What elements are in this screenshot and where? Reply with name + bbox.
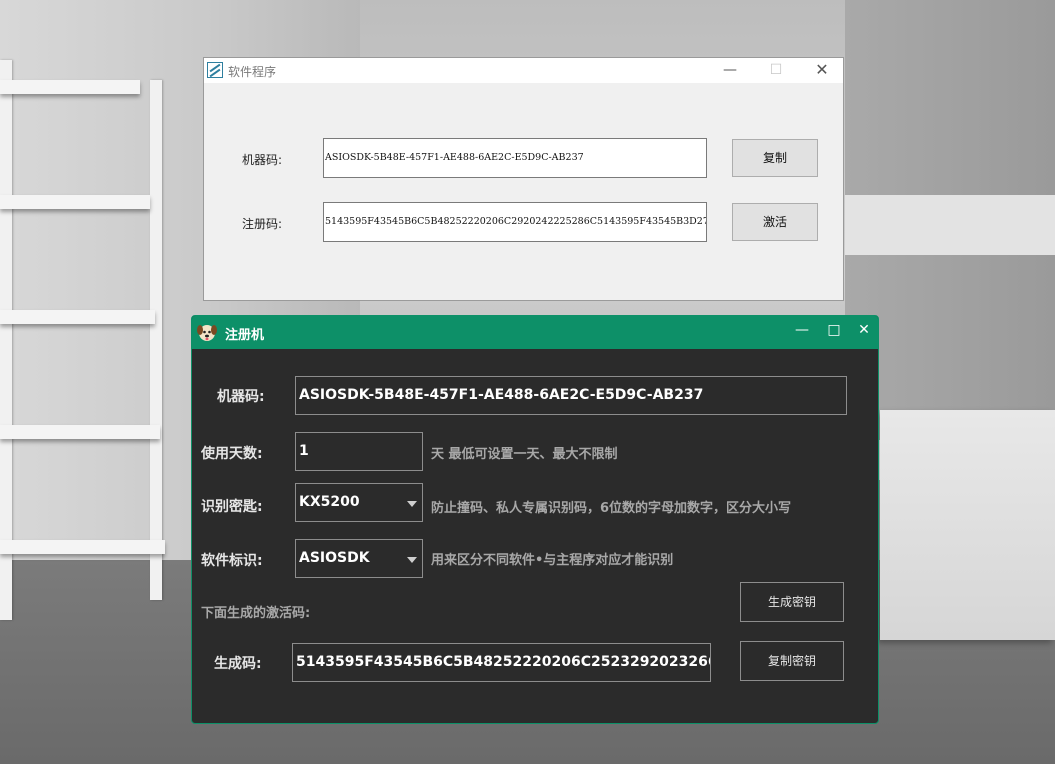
days-hint: 天 最低可设置一天、最大不限制 [431, 447, 618, 462]
software-window-titlebar[interactable]: 软件程序 — ☐ ✕ [204, 58, 843, 83]
keygen-window-title: 注册机 [225, 328, 265, 343]
output-field[interactable]: 5143595F43545B6C5B48252220206C2523292023… [292, 643, 711, 682]
copy-key-button[interactable]: 复制密钥 [740, 641, 844, 681]
activate-button[interactable]: 激活 [732, 203, 818, 241]
software-id-select-value: ASIOSDK [299, 550, 370, 566]
app-logo-icon [207, 62, 223, 78]
machine-code-field[interactable]: ASIOSDK-5B48E-457F1-AE488-6AE2C-E5D9C-AB… [323, 138, 707, 178]
shelf-board [0, 195, 150, 209]
chevron-down-icon [407, 500, 417, 507]
background-counter [845, 195, 1055, 255]
software-window: 软件程序 — ☐ ✕ 机器码: ASIOSDK-5B48E-457F1-AE48… [203, 57, 844, 301]
minimize-icon[interactable]: — [707, 58, 753, 83]
copy-button[interactable]: 复制 [732, 139, 818, 177]
shelf-board [0, 80, 140, 94]
shelf-board [0, 540, 165, 554]
key-hint: 防止撞码、私人专属识别码，6位数的字母加数字，区分大小写 [431, 501, 792, 516]
background-cabinet [880, 410, 1055, 640]
software-window-title: 软件程序 [228, 65, 277, 79]
keygen-machine-code-label: 机器码: [217, 389, 265, 405]
shelf-board [0, 310, 155, 324]
software-id-select[interactable]: ASIOSDK [295, 539, 423, 578]
generated-section-label: 下面生成的激活码: [201, 606, 311, 621]
software-id-hint: 用来区分不同软件•与主程序对应才能识别 [431, 553, 674, 568]
dog-icon [197, 325, 217, 341]
reg-code-field[interactable]: 5143595F43545B6C5B48252220206C2920242225… [323, 202, 707, 242]
days-label: 使用天数: [201, 446, 263, 462]
key-label: 识别密匙: [201, 499, 263, 515]
keygen-window: 注册机 — □ ✕ 机器码: ASIOSDK-5B48E-457F1-AE488… [191, 315, 879, 724]
reg-code-label: 注册码: [242, 217, 283, 231]
close-icon[interactable]: ✕ [799, 58, 845, 83]
shelf-board [0, 425, 160, 439]
key-select-value: KX5200 [299, 494, 360, 510]
output-label: 生成码: [214, 656, 262, 672]
maximize-icon[interactable]: □ [824, 320, 844, 340]
chevron-down-icon [407, 556, 417, 563]
machine-code-label: 机器码: [242, 153, 283, 167]
shelf-post [0, 60, 12, 620]
maximize-icon[interactable]: ☐ [753, 58, 799, 83]
shelf-post [150, 80, 162, 600]
key-select[interactable]: KX5200 [295, 483, 423, 522]
software-id-label: 软件标识: [201, 553, 263, 569]
close-icon[interactable]: ✕ [854, 320, 874, 340]
background-shelf [0, 60, 175, 620]
keygen-machine-code-field[interactable]: ASIOSDK-5B48E-457F1-AE488-6AE2C-E5D9C-AB… [295, 376, 847, 415]
generate-key-button[interactable]: 生成密钥 [740, 582, 844, 622]
keygen-window-titlebar[interactable]: 注册机 — □ ✕ [192, 316, 878, 349]
days-input[interactable]: 1 [295, 432, 423, 471]
minimize-icon[interactable]: — [792, 320, 812, 340]
